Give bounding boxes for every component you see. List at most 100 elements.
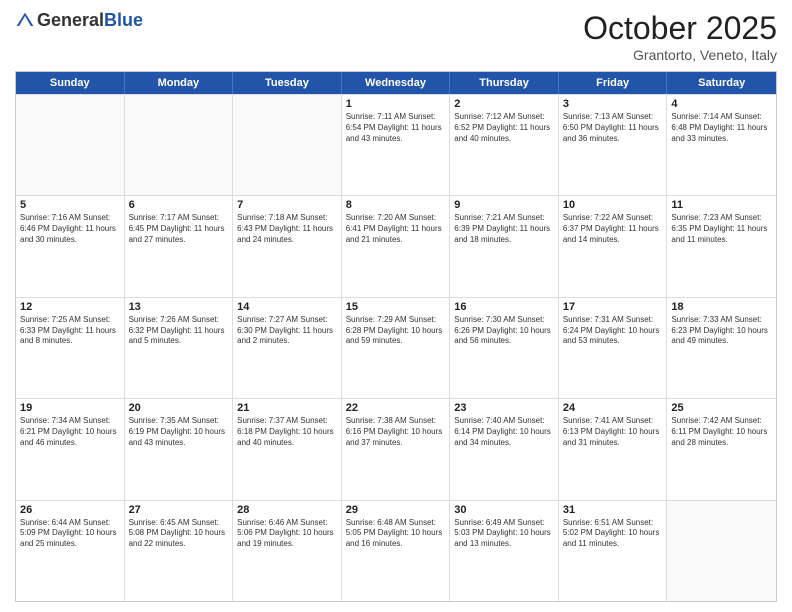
calendar-cell: 12Sunrise: 7:25 AM Sunset: 6:33 PM Dayli… [16,298,125,398]
day-info: Sunrise: 7:14 AM Sunset: 6:48 PM Dayligh… [671,112,772,144]
calendar-body: 1 Sunrise: 7:11 AM Sunset: 6:54 PM Daylig… [16,94,776,601]
calendar-header-cell: Monday [125,72,234,94]
day-info: Sunrise: 7:23 AM Sunset: 6:35 PM Dayligh… [671,213,772,245]
calendar-cell: 21Sunrise: 7:37 AM Sunset: 6:18 PM Dayli… [233,399,342,499]
day-info: Sunrise: 7:27 AM Sunset: 6:30 PM Dayligh… [237,315,337,347]
logo: GeneralBlue [15,10,143,31]
day-info: Sunrise: 7:18 AM Sunset: 6:43 PM Dayligh… [237,213,337,245]
day-info: Sunrise: 7:34 AM Sunset: 6:21 PM Dayligh… [20,416,120,448]
day-info: Sunrise: 6:44 AM Sunset: 5:09 PM Dayligh… [20,518,120,550]
day-info: Sunrise: 7:33 AM Sunset: 6:23 PM Dayligh… [671,315,772,347]
calendar-week-row: 12Sunrise: 7:25 AM Sunset: 6:33 PM Dayli… [16,297,776,398]
day-number: 23 [454,402,554,414]
day-number: 4 [671,98,772,110]
calendar-subtitle: Grantorto, Veneto, Italy [583,47,777,63]
day-number: 10 [563,199,663,211]
day-info: Sunrise: 6:45 AM Sunset: 5:08 PM Dayligh… [129,518,229,550]
logo-general-text: General [37,10,104,31]
day-info: Sunrise: 7:21 AM Sunset: 6:39 PM Dayligh… [454,213,554,245]
day-number: 17 [563,301,663,313]
day-info: Sunrise: 7:12 AM Sunset: 6:52 PM Dayligh… [454,112,554,144]
day-info: Sunrise: 6:51 AM Sunset: 5:02 PM Dayligh… [563,518,663,550]
calendar-week-row: 1 Sunrise: 7:11 AM Sunset: 6:54 PM Daylig… [16,94,776,195]
calendar-week-row: 26 Sunrise: 6:44 AM Sunset: 5:09 PM Dayli… [16,500,776,601]
day-number: 5 [20,199,120,211]
calendar-cell: 26 Sunrise: 6:44 AM Sunset: 5:09 PM Dayli… [16,501,125,601]
calendar-cell: 23 Sunrise: 7:40 AM Sunset: 6:14 PM Dayli… [450,399,559,499]
calendar-header-cell: Thursday [450,72,559,94]
calendar-cell: 28 Sunrise: 6:46 AM Sunset: 5:06 PM Dayli… [233,501,342,601]
calendar-cell: 27 Sunrise: 6:45 AM Sunset: 5:08 PM Dayli… [125,501,234,601]
calendar-title: October 2025 [583,10,777,47]
title-area: October 2025 Grantorto, Veneto, Italy [583,10,777,63]
day-number: 1 [346,98,446,110]
day-info: Sunrise: 7:16 AM Sunset: 6:46 PM Dayligh… [20,213,120,245]
day-number: 2 [454,98,554,110]
day-info: Sunrise: 7:30 AM Sunset: 6:26 PM Dayligh… [454,315,554,347]
day-info: Sunrise: 7:38 AM Sunset: 6:16 PM Dayligh… [346,416,446,448]
calendar-cell: 13 Sunrise: 7:26 AM Sunset: 6:32 PM Dayli… [125,298,234,398]
calendar-cell: 20 Sunrise: 7:35 AM Sunset: 6:19 PM Dayli… [125,399,234,499]
calendar-header-cell: Sunday [16,72,125,94]
calendar-cell: 4 Sunrise: 7:14 AM Sunset: 6:48 PM Daylig… [667,95,776,195]
calendar-cell: 1 Sunrise: 7:11 AM Sunset: 6:54 PM Daylig… [342,95,451,195]
day-info: Sunrise: 6:48 AM Sunset: 5:05 PM Dayligh… [346,518,446,550]
day-info: Sunrise: 7:42 AM Sunset: 6:11 PM Dayligh… [671,416,772,448]
calendar-week-row: 5 Sunrise: 7:16 AM Sunset: 6:46 PM Daylig… [16,195,776,296]
day-number: 7 [237,199,337,211]
logo-icon [15,11,35,31]
day-number: 6 [129,199,229,211]
day-info: Sunrise: 7:13 AM Sunset: 6:50 PM Dayligh… [563,112,663,144]
calendar-cell: 3 Sunrise: 7:13 AM Sunset: 6:50 PM Daylig… [559,95,668,195]
calendar-header-cell: Friday [559,72,668,94]
day-number: 15 [346,301,446,313]
day-number: 8 [346,199,446,211]
calendar-cell: 7 Sunrise: 7:18 AM Sunset: 6:43 PM Daylig… [233,196,342,296]
day-number: 21 [237,402,337,414]
calendar-cell: 15 Sunrise: 7:29 AM Sunset: 6:28 PM Dayli… [342,298,451,398]
calendar-cell: 6 Sunrise: 7:17 AM Sunset: 6:45 PM Daylig… [125,196,234,296]
calendar-cell: 25Sunrise: 7:42 AM Sunset: 6:11 PM Dayli… [667,399,776,499]
day-info: Sunrise: 7:31 AM Sunset: 6:24 PM Dayligh… [563,315,663,347]
day-number: 20 [129,402,229,414]
day-number: 18 [671,301,772,313]
day-info: Sunrise: 7:25 AM Sunset: 6:33 PM Dayligh… [20,315,120,347]
calendar-header-cell: Saturday [667,72,776,94]
calendar-header-cell: Wednesday [342,72,451,94]
day-info: Sunrise: 7:26 AM Sunset: 6:32 PM Dayligh… [129,315,229,347]
day-number: 27 [129,504,229,516]
page: GeneralBlue October 2025 Grantorto, Vene… [0,0,792,612]
day-info: Sunrise: 7:40 AM Sunset: 6:14 PM Dayligh… [454,416,554,448]
calendar: SundayMondayTuesdayWednesdayThursdayFrid… [15,71,777,602]
day-number: 11 [671,199,772,211]
day-number: 28 [237,504,337,516]
calendar-header-cell: Tuesday [233,72,342,94]
day-number: 9 [454,199,554,211]
day-info: Sunrise: 7:17 AM Sunset: 6:45 PM Dayligh… [129,213,229,245]
calendar-cell: 30 Sunrise: 6:49 AM Sunset: 5:03 PM Dayli… [450,501,559,601]
day-info: Sunrise: 7:11 AM Sunset: 6:54 PM Dayligh… [346,112,446,144]
header: GeneralBlue October 2025 Grantorto, Vene… [15,10,777,63]
day-info: Sunrise: 6:46 AM Sunset: 5:06 PM Dayligh… [237,518,337,550]
calendar-cell [667,501,776,601]
calendar-cell: 22 Sunrise: 7:38 AM Sunset: 6:16 PM Dayli… [342,399,451,499]
day-number: 30 [454,504,554,516]
calendar-cell: 24Sunrise: 7:41 AM Sunset: 6:13 PM Dayli… [559,399,668,499]
day-info: Sunrise: 7:35 AM Sunset: 6:19 PM Dayligh… [129,416,229,448]
day-info: Sunrise: 6:49 AM Sunset: 5:03 PM Dayligh… [454,518,554,550]
calendar-cell: 9 Sunrise: 7:21 AM Sunset: 6:39 PM Daylig… [450,196,559,296]
day-number: 26 [20,504,120,516]
day-info: Sunrise: 7:22 AM Sunset: 6:37 PM Dayligh… [563,213,663,245]
calendar-cell: 29Sunrise: 6:48 AM Sunset: 5:05 PM Dayli… [342,501,451,601]
day-info: Sunrise: 7:29 AM Sunset: 6:28 PM Dayligh… [346,315,446,347]
calendar-cell: 2 Sunrise: 7:12 AM Sunset: 6:52 PM Daylig… [450,95,559,195]
day-number: 13 [129,301,229,313]
logo-blue-text: Blue [104,10,143,31]
day-number: 31 [563,504,663,516]
calendar-cell: 5 Sunrise: 7:16 AM Sunset: 6:46 PM Daylig… [16,196,125,296]
calendar-header-row: SundayMondayTuesdayWednesdayThursdayFrid… [16,72,776,94]
day-number: 22 [346,402,446,414]
calendar-cell: 8Sunrise: 7:20 AM Sunset: 6:41 PM Daylig… [342,196,451,296]
day-number: 3 [563,98,663,110]
day-number: 16 [454,301,554,313]
